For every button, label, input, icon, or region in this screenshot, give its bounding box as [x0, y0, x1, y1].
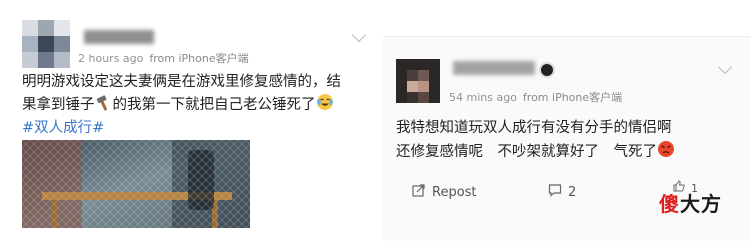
hashtag-link[interactable]: #双人成行# [22, 118, 341, 139]
watermark-text: 大方 [680, 192, 722, 216]
username-blurred[interactable] [453, 61, 535, 75]
post-text-line-1: 明明游戏设定这夫妻俩是在游戏里修复感情的，结 [22, 74, 341, 90]
post-time: 54 mins ago [449, 91, 517, 104]
post-text-line-2-content: 还修复感情呢 不吵架就算好了 气死了 [396, 144, 657, 160]
repost-label: Repost [432, 184, 477, 200]
game-screenshot-image [22, 140, 250, 228]
avatar-mosaic-icon [22, 20, 70, 68]
post-text-line-2: 还修复感情呢 不吵架就算好了 气死了 [396, 140, 675, 166]
post-text-line-2a: 果拿到锤子 [22, 97, 95, 113]
avatar[interactable] [396, 59, 440, 103]
badge-icon [539, 62, 555, 78]
comment-icon [548, 183, 562, 201]
chevron-down-icon[interactable] [351, 27, 367, 43]
post-text: 明明游戏设定这夫妻俩是在游戏里修复感情的，结 果拿到锤子 的我第一下就把自己老公… [22, 72, 341, 139]
post-text-line-2b: 的我第一下就把自己老公锤死了 [112, 97, 316, 113]
post-meta: 2 hours ago from iPhone客户端 [78, 50, 249, 66]
chevron-down-icon[interactable] [717, 59, 733, 75]
watermark-char-accent: 傻 [659, 192, 680, 216]
avatar-mosaic-icon [396, 59, 440, 103]
hammer-emoji-icon [95, 95, 113, 118]
username-blurred[interactable] [84, 30, 154, 44]
repost-icon [412, 183, 426, 201]
post-time: 2 hours ago [78, 52, 144, 65]
post-text-line-2: 果拿到锤子 的我第一下就把自己老公锤死了 [22, 93, 341, 118]
post-meta: 54 mins ago from iPhone客户端 [449, 89, 622, 105]
comment-count: 2 [568, 184, 577, 200]
crying-laughing-emoji-icon [316, 93, 334, 118]
repost-button[interactable]: Repost [412, 183, 477, 201]
post-source: from iPhone客户端 [149, 52, 249, 65]
post-text-line-1: 我特想知道玩双人成行有没有分手的情侣啊 [396, 120, 672, 136]
post-image[interactable] [22, 140, 250, 228]
post-source: from iPhone客户端 [522, 91, 623, 104]
weibo-post-1: 2 hours ago from iPhone客户端 明明游戏设定这夫妻俩是在游戏… [0, 0, 375, 240]
avatar[interactable] [22, 20, 70, 68]
watermark: 傻大方 [659, 188, 722, 217]
post-text: 我特想知道玩双人成行有没有分手的情侣啊 还修复感情呢 不吵架就算好了 气死了 [396, 117, 675, 166]
angry-face-emoji-icon [657, 140, 675, 166]
comment-button[interactable]: 2 [548, 183, 576, 201]
